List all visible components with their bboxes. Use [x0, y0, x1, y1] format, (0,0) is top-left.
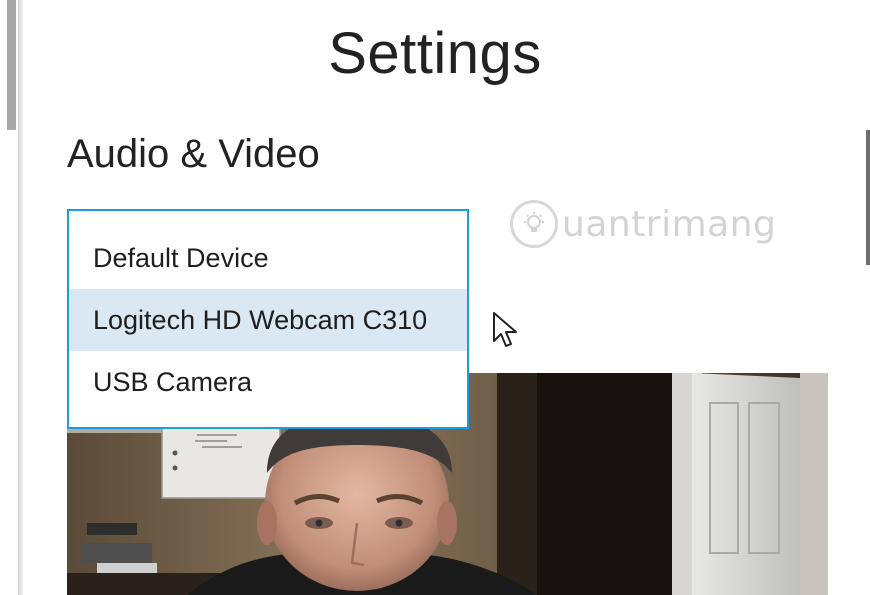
settings-window: Settings Audio & Video uantrimang Defaul… — [0, 0, 870, 595]
dropdown-option-logitech-webcam[interactable]: Logitech HD Webcam C310 — [69, 289, 467, 351]
dropdown-option-usb-camera[interactable]: USB Camera — [69, 351, 467, 413]
lightbulb-logo-icon — [510, 200, 558, 248]
watermark-text: uantrimang — [562, 203, 777, 245]
camera-select-dropdown[interactable]: Default Device Logitech HD Webcam C310 U… — [67, 209, 469, 429]
section-heading: Audio & Video — [67, 132, 320, 176]
right-edge — [852, 0, 870, 595]
dropdown-option-default-device[interactable]: Default Device — [69, 227, 467, 289]
watermark: uantrimang — [510, 200, 776, 248]
background-app-edge — [0, 0, 18, 595]
flyout-shadow — [18, 0, 24, 595]
page-title: Settings — [328, 21, 542, 86]
arrow-cursor-icon — [493, 312, 517, 347]
scrollbar-thumb[interactable] — [866, 130, 870, 265]
